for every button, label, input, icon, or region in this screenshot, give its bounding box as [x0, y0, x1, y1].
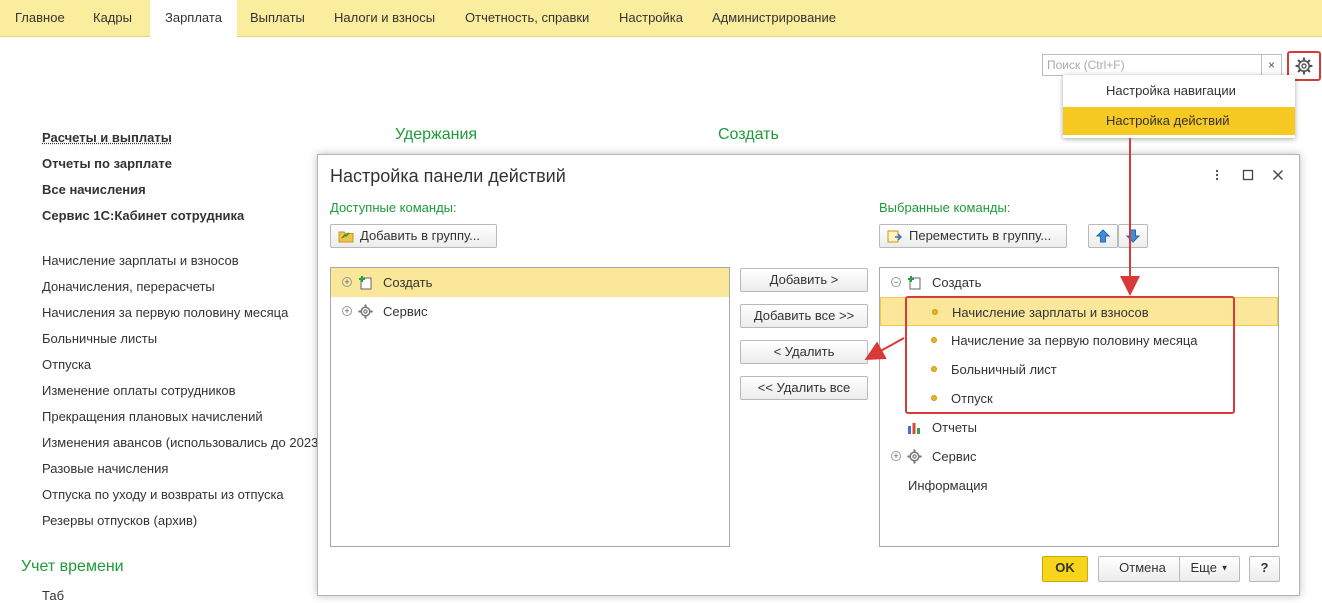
- annotation-arrows: [0, 0, 1322, 596]
- annotation-arrow-remove: [868, 338, 904, 358]
